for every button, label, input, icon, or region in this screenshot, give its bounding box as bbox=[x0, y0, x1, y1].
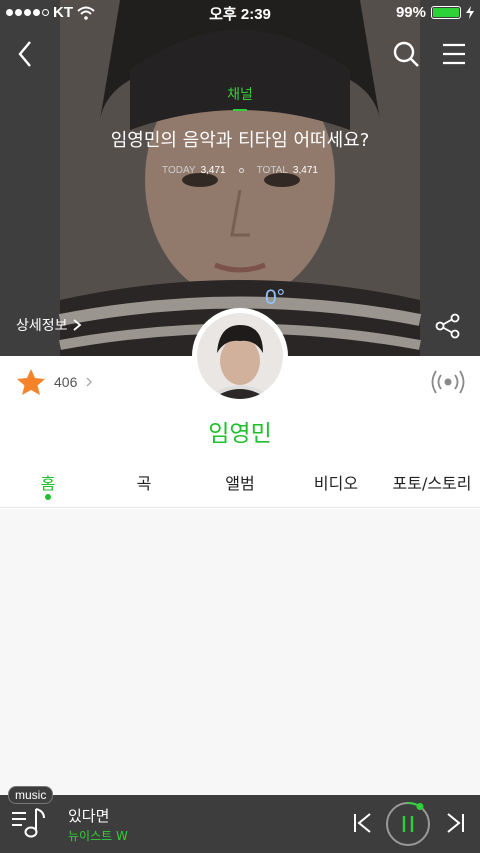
favorite-control[interactable]: 406 bbox=[16, 368, 93, 396]
avatar-image bbox=[197, 313, 283, 399]
temperature-value: 0° bbox=[265, 286, 286, 309]
track-artist: 뉴이스트 W bbox=[68, 829, 128, 843]
menu-button[interactable] bbox=[436, 36, 472, 72]
visit-stats: TODAY 3,471 TOTAL 3,471 bbox=[0, 165, 480, 176]
back-button[interactable] bbox=[8, 36, 44, 72]
status-bar: KT 오후 2:39 99% bbox=[0, 0, 480, 26]
channel-underline bbox=[233, 109, 247, 111]
music-badge: music bbox=[8, 786, 54, 804]
star-icon[interactable] bbox=[16, 368, 46, 396]
tab-photo-story[interactable]: 포토/스토리 bbox=[384, 462, 480, 507]
detail-info-label: 상세정보 bbox=[16, 318, 68, 334]
chevron-right-icon bbox=[72, 319, 81, 331]
channel-label: 채널 bbox=[227, 87, 253, 103]
battery-icon bbox=[431, 6, 461, 19]
channel-tabs: 홈 곡 앨범 비디오 포토/스토리 bbox=[0, 462, 480, 508]
tab-content-area bbox=[0, 509, 480, 795]
tab-videos[interactable]: 비디오 bbox=[288, 462, 384, 507]
pause-button[interactable] bbox=[385, 801, 431, 847]
charging-icon bbox=[466, 6, 474, 19]
stats-separator bbox=[238, 168, 244, 173]
battery-info: 99% bbox=[396, 4, 474, 21]
battery-percent: 99% bbox=[395, 4, 426, 21]
track-title: 있다면 bbox=[68, 807, 110, 825]
tab-label: 비디오 bbox=[313, 474, 359, 493]
favorite-count: 406 bbox=[54, 374, 78, 390]
tab-label: 앨범 bbox=[225, 474, 255, 493]
active-tab-indicator bbox=[45, 494, 51, 500]
chevron-right-icon bbox=[86, 377, 93, 387]
today-label: TODAY bbox=[162, 165, 196, 176]
artist-name: 임영민 bbox=[208, 421, 272, 447]
total-value: 3,471 bbox=[292, 165, 318, 176]
channel-title: 임영민의 음악과 티타임 어떠세요? bbox=[110, 130, 370, 151]
tab-label: 곡 bbox=[136, 474, 152, 493]
radio-broadcast-button[interactable] bbox=[430, 366, 466, 398]
tab-label: 포토/스토리 bbox=[392, 474, 472, 493]
artist-avatar[interactable] bbox=[192, 308, 288, 404]
tab-label: 홈 bbox=[40, 474, 56, 493]
tab-songs[interactable]: 곡 bbox=[96, 462, 192, 507]
share-button[interactable] bbox=[434, 312, 462, 340]
today-value: 3,471 bbox=[200, 165, 226, 176]
previous-track-button[interactable] bbox=[350, 810, 376, 836]
search-button[interactable] bbox=[388, 36, 424, 72]
tab-albums[interactable]: 앨범 bbox=[192, 462, 288, 507]
total-label: TOTAL bbox=[256, 165, 288, 176]
next-track-button[interactable] bbox=[442, 810, 468, 836]
detail-info-link[interactable]: 상세정보 bbox=[16, 315, 82, 335]
playlist-icon[interactable] bbox=[10, 805, 48, 841]
tab-home[interactable]: 홈 bbox=[0, 462, 96, 507]
